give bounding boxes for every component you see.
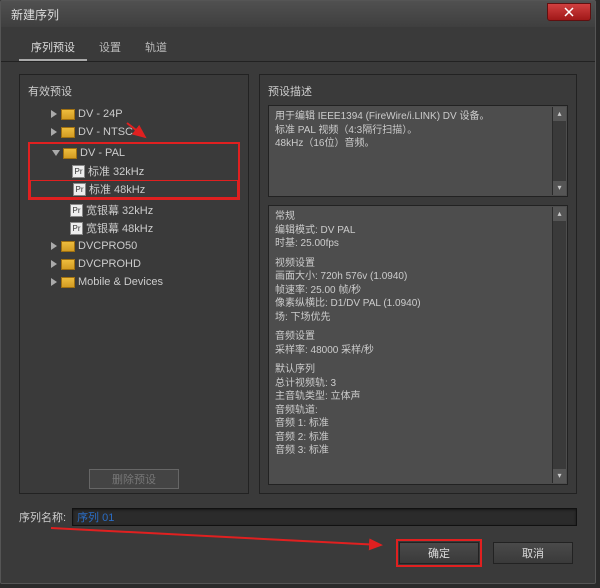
- delete-preset-button[interactable]: 删除预设: [89, 469, 179, 489]
- tab-sequence-presets[interactable]: 序列预设: [19, 35, 87, 61]
- preset-widescreen-48khz[interactable]: Pr 宽银幕 48kHz: [28, 219, 240, 237]
- detail-line: 编辑模式: DV PAL: [275, 224, 561, 238]
- preset-details-box: 常规 编辑模式: DV PAL 时基: 25.00fps 视频设置 画面大小: …: [268, 205, 568, 485]
- preset-description-box: 用于编辑 IEEE1394 (FireWire/i.LINK) DV 设备。 标…: [268, 105, 568, 197]
- tree-label: 标准 48kHz: [89, 181, 145, 197]
- caret-right-icon: [50, 128, 58, 136]
- preset-icon: Pr: [72, 165, 85, 178]
- tab-bar: 序列预设 设置 轨道: [1, 27, 595, 62]
- tree-label: DV - NTSC: [78, 126, 133, 138]
- scroll-up-icon[interactable]: ▴: [553, 107, 566, 121]
- detail-line: 帧速率: 25.00 帧/秒: [275, 284, 561, 298]
- preset-description-title: 预设描述: [268, 83, 568, 99]
- detail-line: 音频 3: 标准: [275, 444, 561, 458]
- desc-line: 48kHz（16位）音频。: [275, 137, 561, 151]
- preset-standard-48khz[interactable]: Pr 标准 48kHz: [30, 180, 238, 198]
- button-row: 确定 取消: [1, 532, 595, 574]
- preset-icon: Pr: [70, 204, 83, 217]
- scroll-down-icon[interactable]: ▾: [553, 469, 566, 483]
- detail-heading: 默认序列: [275, 363, 561, 377]
- scrollbar[interactable]: ▴ ▾: [552, 107, 566, 195]
- detail-line: 场: 下场优先: [275, 311, 561, 325]
- folder-icon: [61, 241, 75, 252]
- highlight-group: DV - PAL Pr 标准 32kHz Pr 标准 48kHz: [28, 142, 240, 200]
- folder-dvcpro50[interactable]: DVCPRO50: [28, 237, 240, 255]
- desc-line: 用于编辑 IEEE1394 (FireWire/i.LINK) DV 设备。: [275, 110, 561, 124]
- available-presets-panel: 有效预设 DV - 24P DV - NTSC DV - PAL: [19, 74, 249, 494]
- sequence-name-input[interactable]: [72, 508, 577, 526]
- detail-heading: 常规: [275, 210, 561, 224]
- detail-line: 采样率: 48000 采样/秒: [275, 344, 561, 358]
- detail-line: 时基: 25.00fps: [275, 237, 561, 251]
- tab-settings[interactable]: 设置: [87, 35, 133, 61]
- detail-line: 总计视频轨: 3: [275, 377, 561, 391]
- detail-line: 音频 1: 标准: [275, 417, 561, 431]
- detail-line: 像素纵横比: D1/DV PAL (1.0940): [275, 297, 561, 311]
- folder-mobile-devices[interactable]: Mobile & Devices: [28, 273, 240, 291]
- folder-dv-pal[interactable]: DV - PAL: [30, 144, 238, 162]
- caret-down-icon: [52, 149, 60, 157]
- folder-icon: [61, 127, 75, 138]
- desc-line: 标准 PAL 视频（4:3隔行扫描）。: [275, 124, 561, 138]
- preset-standard-32khz[interactable]: Pr 标准 32kHz: [30, 162, 238, 180]
- detail-line: 主音轨类型: 立体声: [275, 390, 561, 404]
- detail-line: 画面大小: 720h 576v (1.0940): [275, 270, 561, 284]
- new-sequence-dialog: 新建序列 序列预设 设置 轨道 有效预设 DV - 24P DV - NTSC: [0, 0, 596, 584]
- detail-line: 音频轨道:: [275, 404, 561, 418]
- available-presets-title: 有效预设: [28, 83, 240, 99]
- close-button[interactable]: [547, 3, 591, 21]
- folder-icon: [61, 277, 75, 288]
- ok-button[interactable]: 确定: [399, 542, 479, 564]
- caret-right-icon: [50, 110, 58, 118]
- folder-dvcprohd[interactable]: DVCPROHD: [28, 255, 240, 273]
- tree-label: DV - PAL: [80, 147, 125, 159]
- caret-right-icon: [50, 242, 58, 250]
- preset-widescreen-32khz[interactable]: Pr 宽银幕 32kHz: [28, 201, 240, 219]
- sequence-name-row: 序列名称:: [1, 502, 595, 532]
- caret-right-icon: [50, 260, 58, 268]
- sequence-name-label: 序列名称:: [19, 509, 66, 525]
- scroll-up-icon[interactable]: ▴: [553, 207, 566, 221]
- folder-dv-ntsc[interactable]: DV - NTSC: [28, 123, 240, 141]
- folder-dv-24p[interactable]: DV - 24P: [28, 105, 240, 123]
- preset-icon: Pr: [70, 222, 83, 235]
- folder-icon: [63, 148, 77, 159]
- scrollbar[interactable]: ▴ ▾: [552, 207, 566, 483]
- detail-line: 音频 2: 标准: [275, 431, 561, 445]
- detail-heading: 音频设置: [275, 330, 561, 344]
- tab-tracks[interactable]: 轨道: [133, 35, 179, 61]
- folder-icon: [61, 259, 75, 270]
- tree-label: DV - 24P: [78, 108, 123, 120]
- tree-label: 宽银幕 32kHz: [86, 202, 153, 218]
- preset-description-panel: 预设描述 用于编辑 IEEE1394 (FireWire/i.LINK) DV …: [259, 74, 577, 494]
- preset-icon: Pr: [73, 183, 86, 196]
- scroll-down-icon[interactable]: ▾: [553, 181, 566, 195]
- tree-label: 标准 32kHz: [88, 163, 144, 179]
- titlebar[interactable]: 新建序列: [1, 1, 595, 27]
- window-title: 新建序列: [7, 6, 59, 23]
- tree-label: DVCPROHD: [78, 258, 141, 270]
- tree-label: Mobile & Devices: [78, 276, 163, 288]
- tree-label: 宽银幕 48kHz: [86, 220, 153, 236]
- preset-tree[interactable]: DV - 24P DV - NTSC DV - PAL Pr 标准 32: [28, 105, 240, 463]
- detail-heading: 视频设置: [275, 257, 561, 271]
- cancel-button[interactable]: 取消: [493, 542, 573, 564]
- folder-icon: [61, 109, 75, 120]
- tree-label: DVCPRO50: [78, 240, 137, 252]
- caret-right-icon: [50, 278, 58, 286]
